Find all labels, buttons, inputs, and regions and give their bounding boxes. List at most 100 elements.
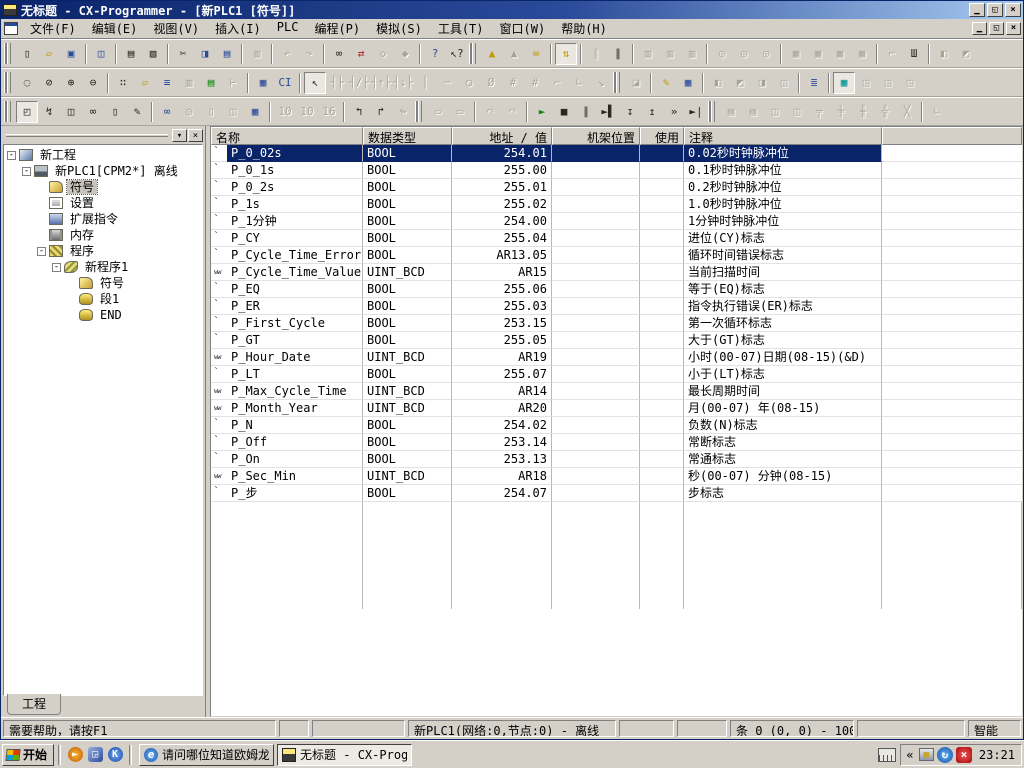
security-alert-icon[interactable]: × — [956, 747, 972, 763]
tree-item[interactable]: 符号 — [4, 179, 202, 195]
k-messenger-icon[interactable]: K — [105, 745, 125, 765]
table-row[interactable]: ˋP_NBOOL254.02负数(N)标志 — [211, 417, 1022, 434]
column-header-1[interactable]: 数据类型 — [363, 127, 452, 145]
table-row[interactable]: ˋP_EQBOOL255.06等于(EQ)标志 — [211, 281, 1022, 298]
keyboard-layout-icon[interactable] — [878, 748, 896, 762]
go-back-address-button[interactable]: ↰ — [348, 101, 370, 123]
tree-expander-icon[interactable]: - — [52, 263, 61, 272]
toolbar-handle[interactable] — [7, 72, 11, 93]
column-header-0[interactable]: 名称 — [211, 127, 363, 145]
toolbar-handle[interactable] — [418, 101, 422, 122]
child-restore-button[interactable]: ◱ — [989, 22, 1004, 35]
plc-memory-button[interactable]: ▦ — [833, 72, 855, 94]
zoom-region-button[interactable]: ⊘ — [38, 72, 60, 94]
toolbar-handle[interactable] — [472, 43, 476, 64]
io-comment-button[interactable]: ✎ — [655, 72, 677, 94]
io-table-button[interactable]: ▦ — [677, 72, 699, 94]
tree-item-label[interactable]: 新工程 — [37, 148, 79, 162]
tree-item-label[interactable]: 符号 — [67, 180, 97, 194]
panel-menu-button[interactable]: ▾ — [172, 129, 187, 142]
chevron-icon[interactable]: « — [904, 747, 916, 763]
tree-item[interactable]: 设置 — [4, 195, 202, 211]
help-button[interactable]: ? — [424, 43, 446, 65]
simulation-stop-button[interactable]: ■ — [553, 101, 575, 123]
show-comment-button[interactable]: CI — [274, 72, 296, 94]
tree-item[interactable]: - 程序 — [4, 243, 202, 259]
cut-button[interactable]: ✂ — [172, 43, 194, 65]
child-window-icon[interactable] — [4, 22, 18, 35]
output-window-button[interactable]: ↯ — [38, 101, 60, 123]
tree-item-label[interactable]: 设置 — [67, 196, 97, 210]
table-row[interactable]: ˋP_ERBOOL255.03指令执行错误(ER)标志 — [211, 298, 1022, 315]
save-button[interactable]: ▣ — [60, 43, 82, 65]
tree-item[interactable]: 符号 — [4, 275, 202, 291]
tree-expander-icon[interactable]: - — [7, 151, 16, 160]
tree-item-label[interactable]: 程序 — [67, 244, 97, 258]
continuous-step-button[interactable]: » — [663, 101, 685, 123]
tree-item[interactable]: - 新程序1 — [4, 259, 202, 275]
table-row[interactable]: wwP_Hour_DateUINT_BCDAR19小时(00-07)日期(08-… — [211, 349, 1022, 366]
find-report-window-button[interactable]: ∞ — [82, 101, 104, 123]
tree-item[interactable]: 扩展指令 — [4, 211, 202, 227]
compile-button[interactable]: ▲ — [481, 43, 503, 65]
tree-item-label[interactable]: END — [97, 308, 125, 322]
rung-list-button[interactable]: ≡ — [156, 72, 178, 94]
find-error-button[interactable]: ∞ — [525, 43, 547, 65]
cross-reference-button[interactable]: ≣ — [803, 72, 825, 94]
menu-plc[interactable]: PLC — [269, 18, 307, 39]
minimize-button[interactable]: ▁ — [969, 3, 985, 17]
toggle-project-window-button[interactable]: ◰ — [16, 101, 38, 123]
close-button[interactable]: × — [1005, 3, 1021, 17]
column-header-5[interactable]: 注释 — [684, 127, 882, 145]
panel-drag-grip[interactable] — [6, 134, 168, 137]
table-row[interactable]: ˋP_步BOOL254.07步标志 — [211, 485, 1022, 502]
tree-item-label[interactable]: 新程序1 — [82, 260, 131, 274]
start-button[interactable]: 开始 — [2, 744, 54, 766]
copy-button[interactable]: ◨ — [194, 43, 216, 65]
table-row[interactable]: ˋP_LTBOOL255.07小于(LT)标志 — [211, 366, 1022, 383]
address-reference-button[interactable]: ▯ — [104, 101, 126, 123]
table-row[interactable]: ˋP_CYBOOL255.04进位(CY)标志 — [211, 230, 1022, 247]
task-browser-window[interactable]: e请问哪位知道欧姆龙C... — [139, 744, 274, 766]
simulation-pause-button[interactable]: ∥ — [575, 101, 597, 123]
child-close-button[interactable]: × — [1006, 22, 1021, 35]
table-row[interactable]: ˋP_0_02sBOOL254.010.02秒时钟脉冲位 — [211, 145, 1022, 162]
table-row[interactable]: ˋP_OnBOOL253.13常通标志 — [211, 451, 1022, 468]
network-tool-icon[interactable]: ▦ — [919, 748, 934, 761]
menu-window[interactable]: 窗口(W) — [492, 18, 554, 39]
column-header-2[interactable]: 地址 / 值 — [452, 127, 552, 145]
project-tab[interactable]: 工程 — [7, 694, 61, 715]
menu-tools[interactable]: 工具(T) — [430, 18, 492, 39]
table-row[interactable]: ˋP_1分钟BOOL254.001分钟时钟脉冲位 — [211, 213, 1022, 230]
table-row[interactable]: wwP_Max_Cycle_TimeUINT_BCDAR14最长周期时间 — [211, 383, 1022, 400]
open-button[interactable]: ▱ — [38, 43, 60, 65]
table-row[interactable]: ˋP_GTBOOL255.05大于(GT)标志 — [211, 332, 1022, 349]
zoom-in-button[interactable]: ⊕ — [60, 72, 82, 94]
context-help-button[interactable]: ↖? — [446, 43, 468, 65]
show-address-table-button[interactable]: ▦ — [252, 72, 274, 94]
menu-help[interactable]: 帮助(H) — [553, 18, 615, 39]
tree-item[interactable]: 段1 — [4, 291, 202, 307]
new-button[interactable]: ▯ — [16, 43, 38, 65]
table-row[interactable]: ˋP_First_CycleBOOL253.15第一次循环标志 — [211, 315, 1022, 332]
media-player-icon[interactable]: ► — [65, 745, 85, 765]
zoom-out-button[interactable]: ⊖ — [82, 72, 104, 94]
properties-button[interactable]: ✎ — [126, 101, 148, 123]
grid-toggle-button[interactable]: ∷ — [112, 72, 134, 94]
run-to-break-button[interactable]: ►| — [685, 101, 707, 123]
table-row[interactable]: wwP_Month_YearUINT_BCDAR20月(00-07) 年(08-… — [211, 400, 1022, 417]
table-row[interactable]: wwP_Cycle_Time_ValueUINT_BCDAR15当前扫描时间 — [211, 264, 1022, 281]
simulation-run-button[interactable]: ► — [531, 101, 553, 123]
online-work-button[interactable]: ⇅ — [555, 43, 577, 65]
watch-window-button[interactable]: ◫ — [60, 101, 82, 123]
tree-expander-icon[interactable]: - — [37, 247, 46, 256]
tree-item-label[interactable]: 段1 — [97, 292, 122, 306]
table-row[interactable]: ˋP_1sBOOL255.021.0秒时钟脉冲位 — [211, 196, 1022, 213]
table-row[interactable]: wwP_Sec_MinUINT_BCDAR18秒(00-07) 分钟(08-15… — [211, 468, 1022, 485]
print-button[interactable]: ▤ — [120, 43, 142, 65]
tree-item[interactable]: END — [4, 307, 202, 323]
tree-item[interactable]: - 新工程 — [4, 147, 202, 163]
select-tool-button[interactable]: ↖ — [304, 72, 326, 94]
print-preview-button[interactable]: ▧ — [142, 43, 164, 65]
menu-program[interactable]: 编程(P) — [306, 18, 368, 39]
